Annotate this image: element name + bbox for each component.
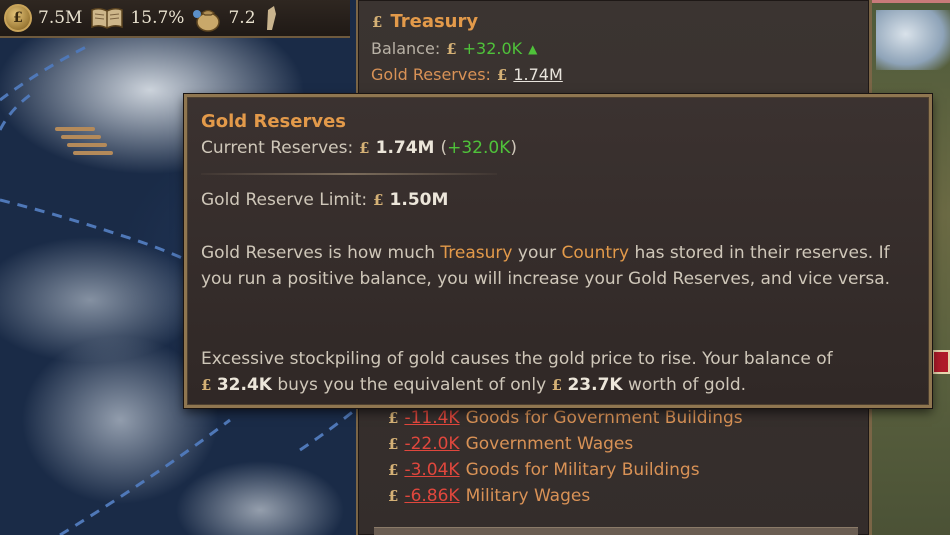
- pound-icon: £: [388, 487, 399, 505]
- note-text: worth of gold.: [628, 375, 747, 395]
- balance-amount: 32.4K: [216, 375, 272, 395]
- expense-label: Goods for Government Buildings: [465, 408, 743, 428]
- money-bag-icon: [193, 9, 221, 32]
- gold-reserves-value[interactable]: 1.74M: [513, 65, 562, 84]
- expense-row[interactable]: £ -6.86K Military Wages: [388, 483, 743, 509]
- fleet-icon[interactable]: [55, 125, 115, 165]
- tooltip-gold-price-note: Excessive stockpiling of gold causes the…: [201, 346, 923, 398]
- money-resource[interactable]: £ 7.5M: [4, 4, 82, 32]
- balance-value: +32.0K: [462, 39, 523, 58]
- change-paren-open: (: [440, 138, 448, 158]
- expense-label: Military Wages: [465, 486, 591, 506]
- pound-icon: £: [388, 409, 399, 427]
- pound-icon: £: [446, 39, 457, 58]
- expense-label: Government Wages: [465, 434, 634, 454]
- expense-value[interactable]: -6.86K: [404, 486, 459, 506]
- current-reserves-label: Current Reserves:: [201, 138, 354, 158]
- reserve-limit-value: 1.50M: [389, 190, 449, 210]
- gold-reserves-tooltip: Gold Reserves Current Reserves: £ 1.74M …: [184, 94, 932, 408]
- change-paren-close: ): [510, 138, 518, 158]
- pound-icon: £: [359, 139, 370, 157]
- pound-icon: £: [496, 65, 508, 84]
- treasury-header: £ Treasury: [372, 11, 478, 32]
- pound-icon: £: [388, 461, 399, 479]
- resource-topbar: £ 7.5M 15.7% 7.2: [0, 0, 350, 38]
- expense-label: Goods for Military Buildings: [465, 460, 700, 480]
- authority-value: 7.2: [228, 8, 256, 28]
- treasury-link[interactable]: Treasury: [440, 243, 512, 263]
- expense-value[interactable]: -3.04K: [404, 460, 459, 480]
- country-link[interactable]: Country: [562, 243, 630, 263]
- tooltip-title: Gold Reserves: [201, 111, 346, 132]
- panel-bottom-button[interactable]: [374, 527, 858, 535]
- expenses-list: £ -11.4K Goods for Government Buildings …: [388, 405, 743, 509]
- balance-label: Balance:: [371, 39, 441, 58]
- expense-row[interactable]: £ -11.4K Goods for Government Buildings: [388, 405, 743, 431]
- country-flag-marker[interactable]: [932, 350, 950, 374]
- treasury-title: Treasury: [390, 11, 479, 32]
- note-text: Excessive stockpiling of gold causes the…: [201, 349, 833, 369]
- literacy-resource[interactable]: 15.7%: [90, 6, 184, 30]
- desc-text: your: [512, 243, 562, 263]
- pound-icon: £: [551, 376, 563, 394]
- tooltip-description: Gold Reserves is how much Treasury your …: [201, 240, 923, 292]
- pound-icon: £: [388, 435, 399, 453]
- gold-equivalent-amount: 23.7K: [567, 375, 623, 395]
- trend-up-icon: ▲: [528, 41, 538, 56]
- literacy-value: 15.7%: [130, 8, 185, 28]
- pound-icon: £: [372, 12, 383, 31]
- reserve-limit-row: Gold Reserve Limit: £ 1.50M: [201, 190, 448, 210]
- pound-coin-icon: £: [4, 4, 32, 32]
- partial-resource-icon[interactable]: [264, 4, 278, 32]
- desc-text: Gold Reserves is how much: [201, 243, 441, 263]
- balance-row[interactable]: Balance: £ +32.0K ▲: [371, 39, 537, 58]
- expense-row[interactable]: £ -22.0K Government Wages: [388, 431, 743, 457]
- pound-icon: £: [373, 191, 384, 209]
- reserve-limit-label: Gold Reserve Limit:: [201, 190, 368, 210]
- authority-resource[interactable]: 7.2: [192, 4, 256, 32]
- gold-reserves-label: Gold Reserves:: [371, 65, 491, 84]
- expense-value[interactable]: -22.0K: [404, 434, 459, 454]
- current-reserves-value: 1.74M: [375, 138, 435, 158]
- gold-reserves-row[interactable]: Gold Reserves: £ 1.74M: [371, 65, 563, 84]
- current-reserves-change: +32.0K: [447, 138, 511, 158]
- money-value: 7.5M: [38, 8, 83, 28]
- current-reserves-row: Current Reserves: £ 1.74M ( +32.0K ): [201, 138, 517, 158]
- expense-value[interactable]: -11.4K: [404, 408, 459, 428]
- expense-row[interactable]: £ -3.04K Goods for Military Buildings: [388, 457, 743, 483]
- book-icon: [91, 7, 124, 29]
- pound-icon: £: [201, 376, 212, 394]
- note-text: buys you the equivalent of only: [277, 375, 547, 395]
- tooltip-divider: [201, 173, 497, 175]
